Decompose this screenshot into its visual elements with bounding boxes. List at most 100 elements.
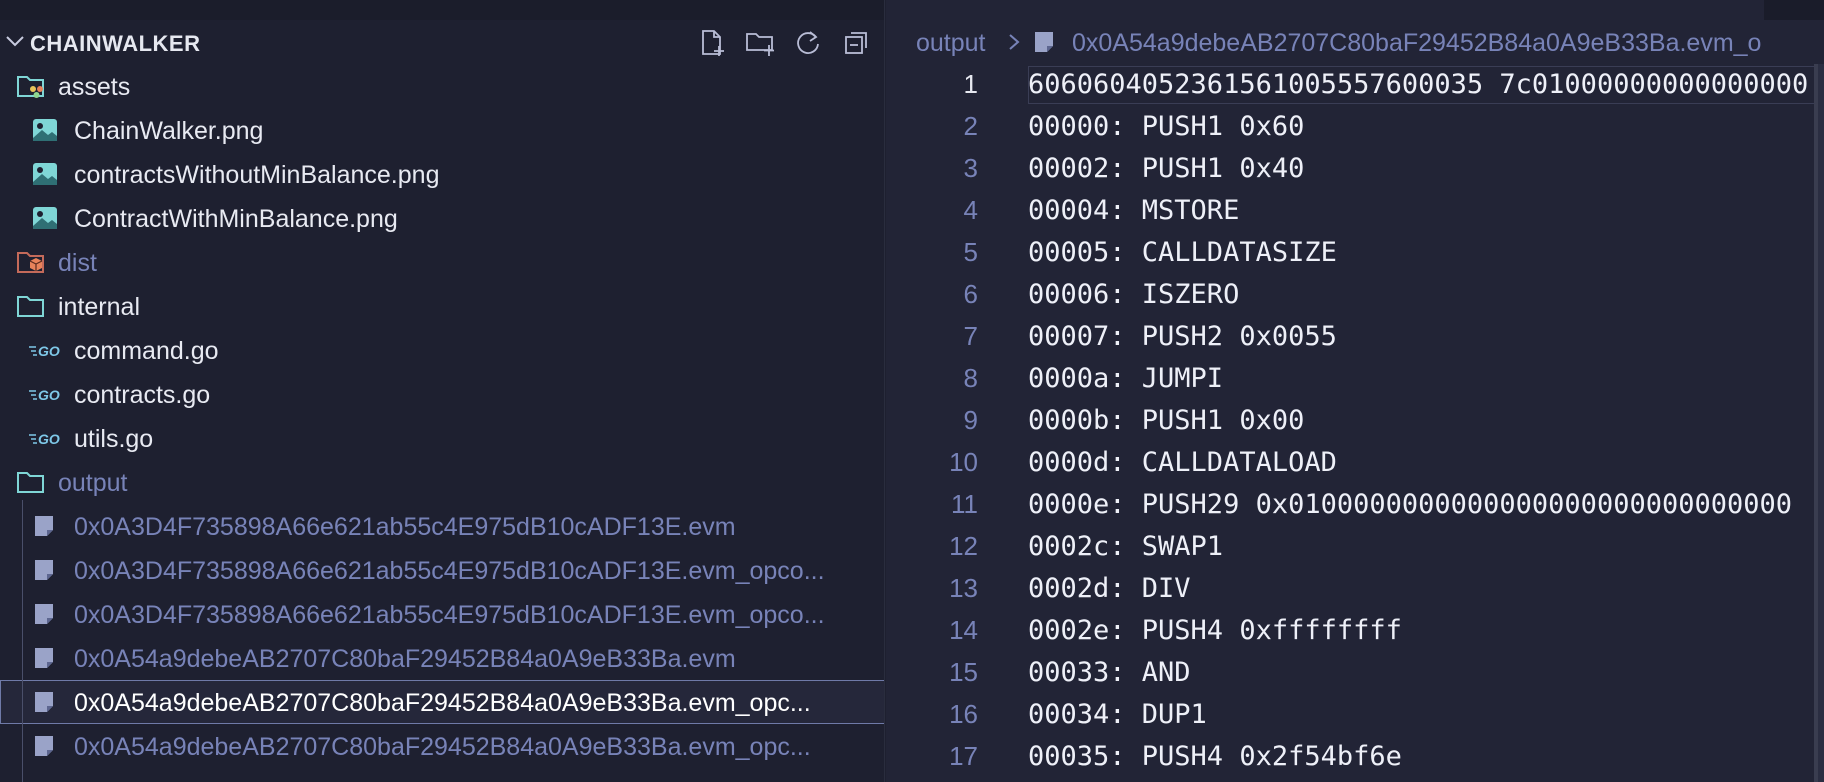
code-line[interactable]: 10 0000d: CALLDATALOAD: [886, 442, 1824, 484]
svg-text:GO: GO: [38, 431, 60, 447]
line-text: 0000d: CALLDATALOAD: [1028, 447, 1337, 478]
breadcrumb: output 0x0A54a9debeAB2707C80baF29452B84a…: [886, 20, 1824, 64]
line-text: 6060604052361561005557600035 7c010000000…: [1028, 69, 1809, 100]
indent-guide: [22, 500, 23, 782]
line-text: 0002e: PUSH4 0xffffffff: [1028, 615, 1402, 646]
tree-item-label: contracts.go: [74, 381, 211, 409]
line-number: 4: [963, 195, 978, 225]
folder-icon: [16, 294, 44, 318]
line-text: 00004: MSTORE: [1028, 195, 1240, 226]
chevron-down-icon[interactable]: [4, 30, 26, 52]
tree-item-label: assets: [58, 73, 131, 101]
file-icon: [32, 646, 58, 670]
file-item[interactable]: ContractWithMinBalance.png: [0, 196, 884, 240]
line-number: 5: [963, 237, 978, 267]
line-number: 12: [949, 531, 978, 561]
code-line[interactable]: 5 00005: CALLDATASIZE: [886, 232, 1824, 274]
tree-item-label: 0x0A3D4F735898A66e621ab55c4E975dB10cADF1…: [74, 513, 736, 541]
folder-item[interactable]: assets: [0, 64, 884, 108]
code-line[interactable]: 1 6060604052361561005557600035 7c01000000…: [886, 64, 1824, 106]
file-item[interactable]: 0x0A54a9debeAB2707C80baF29452B84a0A9eB33…: [0, 724, 884, 768]
line-number: 10: [949, 447, 978, 477]
code-line[interactable]: 15 00033: AND: [886, 652, 1824, 694]
code-line[interactable]: 11 0000e: PUSH29 0x0100000000000000000000…: [886, 484, 1824, 526]
line-number: 7: [963, 321, 978, 351]
code-line[interactable]: 13 0002d: DIV: [886, 568, 1824, 610]
folder-item[interactable]: output: [0, 460, 884, 504]
new-folder-icon[interactable]: [742, 26, 778, 60]
image-file-icon: [32, 162, 58, 186]
line-text: 00035: PUSH4 0x2f54bf6e: [1028, 741, 1402, 772]
image-file-icon: [32, 118, 58, 142]
file-item[interactable]: GO command.go: [0, 328, 884, 372]
line-number: 13: [949, 573, 978, 603]
code-line[interactable]: 6 00006: ISZERO: [886, 274, 1824, 316]
folder-item[interactable]: dist: [0, 240, 884, 284]
file-icon: [32, 734, 58, 758]
code-line[interactable]: 7 00007: PUSH2 0x0055: [886, 316, 1824, 358]
svg-text:GO: GO: [38, 343, 60, 359]
tree-item-label: output: [58, 469, 128, 497]
code-line[interactable]: 12 0002c: SWAP1: [886, 526, 1824, 568]
code-editor[interactable]: 1 6060604052361561005557600035 7c01000000…: [886, 64, 1824, 778]
breadcrumb-file[interactable]: 0x0A54a9debeAB2707C80baF29452B84a0A9eB33…: [1072, 29, 1761, 58]
svg-text:GO: GO: [38, 387, 60, 403]
line-number: 16: [949, 699, 978, 729]
file-item[interactable]: 0x0A3D4F735898A66e621ab55c4E975dB10cADF1…: [0, 548, 884, 592]
refresh-icon[interactable]: [790, 26, 826, 60]
go-file-icon: GO: [28, 340, 60, 364]
explorer-title[interactable]: CHAINWALKER: [30, 31, 201, 57]
new-file-icon[interactable]: [694, 26, 730, 60]
file-item[interactable]: 0x0A3D4F735898A66e621ab55c4E975dB10cADF1…: [0, 504, 884, 548]
tree-item-label: 0x0A54a9debeAB2707C80baF29452B84a0A9eB33…: [74, 689, 811, 717]
code-line[interactable]: 9 0000b: PUSH1 0x00: [886, 400, 1824, 442]
line-text: 00034: DUP1: [1028, 699, 1207, 730]
code-line[interactable]: 14 0002e: PUSH4 0xffffffff: [886, 610, 1824, 652]
line-number: 2: [963, 111, 978, 141]
file-item[interactable]: contractsWithoutMinBalance.png: [0, 152, 884, 196]
file-icon: [32, 558, 58, 582]
tree-item-label: command.go: [74, 337, 219, 365]
folder-assets-icon: [16, 74, 44, 98]
file-item[interactable]: 0x0A54a9debeAB2707C80baF29452B84a0A9eB33…: [0, 680, 884, 724]
line-text: 0000b: PUSH1 0x00: [1028, 405, 1305, 436]
line-text: 0002d: DIV: [1028, 573, 1191, 604]
file-item[interactable]: ChainWalker.png: [0, 108, 884, 152]
file-item[interactable]: GO utils.go: [0, 416, 884, 460]
file-icon: [1035, 32, 1053, 52]
line-number: 17: [949, 741, 978, 771]
line-text: 00007: PUSH2 0x0055: [1028, 321, 1337, 352]
code-line[interactable]: 3 00002: PUSH1 0x40: [886, 148, 1824, 190]
minimap-edge: [1814, 64, 1818, 782]
file-item[interactable]: GO contracts.go: [0, 372, 884, 416]
line-number: 8: [963, 363, 978, 393]
line-text: 00005: CALLDATASIZE: [1028, 237, 1337, 268]
line-number: 14: [949, 615, 978, 645]
folder-item[interactable]: internal: [0, 284, 884, 328]
line-number: 3: [963, 153, 978, 183]
line-number: 1: [963, 69, 978, 99]
explorer-header[interactable]: CHAINWALKER: [0, 20, 884, 64]
file-item[interactable]: 0x0A3D4F735898A66e621ab55c4E975dB10cADF1…: [0, 592, 884, 636]
code-line[interactable]: 4 00004: MSTORE: [886, 190, 1824, 232]
code-line[interactable]: 17 00035: PUSH4 0x2f54bf6e: [886, 736, 1824, 778]
line-text: 00006: ISZERO: [1028, 279, 1240, 310]
code-line[interactable]: 2 00000: PUSH1 0x60: [886, 106, 1824, 148]
editor-top-strip: [886, 0, 1824, 20]
tree-item-label: 0x0A3D4F735898A66e621ab55c4E975dB10cADF1…: [74, 601, 825, 629]
chevron-right-icon: [1009, 34, 1020, 50]
collapse-all-icon[interactable]: [838, 26, 874, 60]
folder-icon: [16, 470, 44, 494]
scrollbar[interactable]: [1818, 64, 1824, 782]
breadcrumb-folder[interactable]: output: [916, 29, 986, 58]
code-line[interactable]: 16 00034: DUP1: [886, 694, 1824, 736]
explorer-panel: CHAINWALKER assets ChainWalker.png contr…: [0, 0, 885, 782]
code-line[interactable]: 8 0000a: JUMPI: [886, 358, 1824, 400]
file-tree: assets ChainWalker.png contractsWithoutMin…: [0, 64, 884, 768]
image-file-icon: [32, 206, 58, 230]
tree-item-label: contractsWithoutMinBalance.png: [74, 161, 440, 189]
explorer-top-strip: [0, 0, 884, 20]
line-number: 6: [963, 279, 978, 309]
editor-panel: output 0x0A54a9debeAB2707C80baF29452B84a…: [886, 0, 1824, 782]
file-item[interactable]: 0x0A54a9debeAB2707C80baF29452B84a0A9eB33…: [0, 636, 884, 680]
